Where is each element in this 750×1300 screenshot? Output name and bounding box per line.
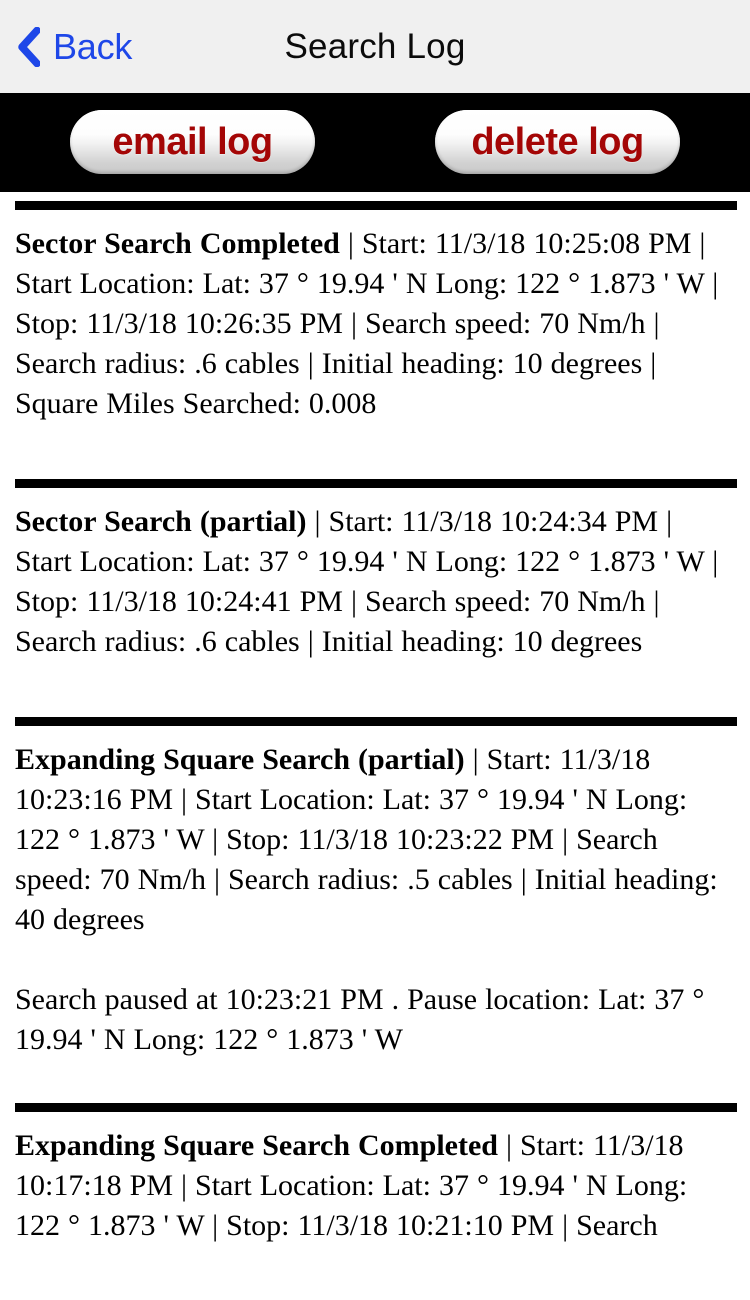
log-entry: Expanding Square Search Completed | Star… <box>0 1112 750 1246</box>
log-entry-note: Search paused at 10:23:21 PM . Pause loc… <box>15 983 705 1056</box>
log-entry-title: Expanding Square Search Completed <box>15 1129 498 1162</box>
email-log-button[interactable]: email log <box>70 110 315 174</box>
back-button-label: Back <box>53 25 133 67</box>
entry-spacer <box>0 1060 750 1094</box>
log-entry-title: Expanding Square Search (partial) <box>15 743 465 776</box>
log-entry-text: Sector Search Completed | Start: 11/3/18… <box>15 224 736 424</box>
chevron-left-icon <box>14 26 41 67</box>
log-entry: Sector Search (partial) | Start: 11/3/18… <box>0 488 750 662</box>
entry-divider <box>15 717 737 726</box>
log-entry-title: Sector Search Completed <box>15 227 340 260</box>
log-entry-title: Sector Search (partial) <box>15 505 307 538</box>
entry-spacer <box>0 424 750 470</box>
entry-spacer <box>0 662 750 708</box>
log-entry: Sector Search Completed | Start: 11/3/18… <box>0 210 750 424</box>
navigation-bar: Back Search Log <box>0 0 750 93</box>
log-entry: Expanding Square Search (partial) | Star… <box>0 726 750 1060</box>
search-log-list[interactable]: Sector Search Completed | Start: 11/3/18… <box>0 201 750 1246</box>
entry-divider <box>15 479 737 488</box>
entry-divider <box>15 1103 737 1112</box>
entry-divider <box>15 201 737 210</box>
action-toolbar: email log delete log <box>0 93 750 192</box>
log-entry-text: Sector Search (partial) | Start: 11/3/18… <box>15 502 736 662</box>
delete-log-button[interactable]: delete log <box>435 110 680 174</box>
log-entry-text: Expanding Square Search (partial) | Star… <box>15 740 736 940</box>
log-entry-text: Expanding Square Search Completed | Star… <box>15 1126 736 1246</box>
back-button[interactable]: Back <box>14 25 133 67</box>
